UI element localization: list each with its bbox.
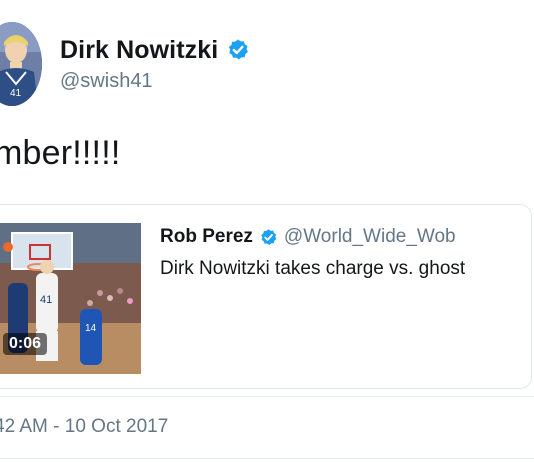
author-name-row[interactable]: Dirk Nowitzki [60, 34, 250, 66]
quoted-tweet-text: Dirk Nowitzki takes charge vs. ghost [160, 258, 466, 279]
quoted-author-name[interactable]: Rob Perez [160, 226, 253, 248]
tweet-header: 41 Dirk Nowitzki @swish41 [0, 0, 534, 120]
svg-text:41: 41 [10, 88, 22, 99]
avatar[interactable]: 41 [0, 22, 42, 106]
svg-text:41: 41 [40, 294, 52, 306]
tweet-timestamp[interactable]: 42 AM - 10 Oct 2017 [0, 416, 168, 438]
player-avatar-icon: 41 [0, 22, 42, 106]
video-duration-badge: 0:06 [3, 333, 48, 355]
quoted-tweet-header[interactable]: Rob Perez @World_Wide_Wob [160, 226, 456, 248]
divider [0, 396, 534, 397]
svg-text:14: 14 [85, 323, 97, 334]
quoted-verified-badge-icon [259, 228, 278, 247]
tweet-text: mber!!!!! [0, 134, 121, 172]
verified-badge-icon [226, 38, 250, 62]
author-handle[interactable]: @swish41 [60, 70, 153, 93]
divider-bottom [0, 458, 534, 459]
quoted-author-handle[interactable]: @World_Wide_Wob [284, 226, 456, 248]
tweet-page: 41 Dirk Nowitzki @swish41 mber!!!!! 41 1… [0, 0, 534, 462]
author-display-name[interactable]: Dirk Nowitzki [60, 36, 218, 65]
